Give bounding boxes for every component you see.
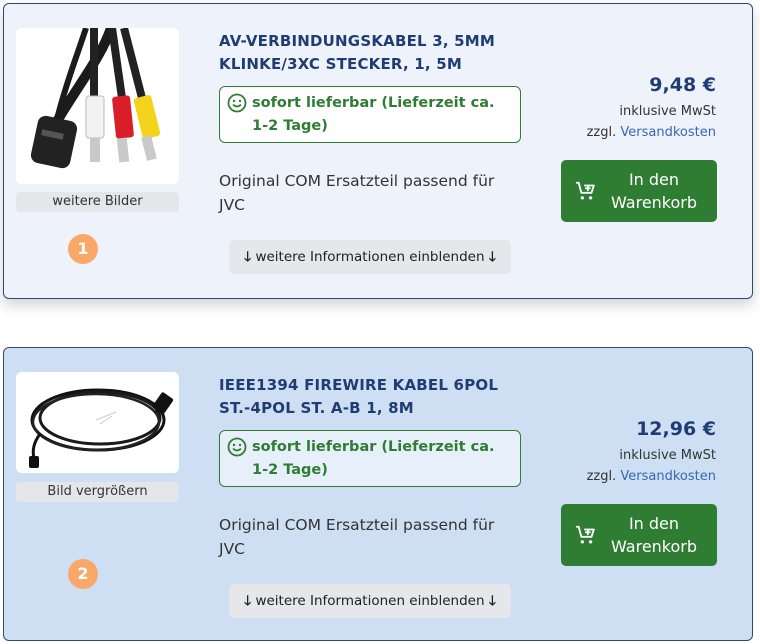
product-description: Original COM Ersatzteil passend für JVC: [219, 172, 495, 214]
product-description: Original COM Ersatzteil passend für JVC: [219, 516, 495, 558]
shipping-costs-link[interactable]: Versandkosten: [620, 469, 716, 484]
product-card-1: weitere Bilder 1 AV-VERBINDUNGSKABEL 3, …: [3, 3, 753, 299]
arrow-down-icon: 🡓: [244, 249, 252, 265]
shipping-costs-link[interactable]: Versandkosten: [620, 125, 716, 140]
availability-box: sofort lieferbar (Lieferzeit ca. 1-2 Tag…: [219, 430, 521, 487]
enlarge-image-button[interactable]: Bild vergrößern: [16, 482, 179, 502]
product-title[interactable]: IEEE1394 FIREWIRE KABEL 6POL ST.-4POL ST…: [219, 374, 519, 420]
more-info-toggle[interactable]: 🡓 weitere Informationen einblenden 🡓: [229, 584, 511, 618]
more-info-label: weitere Informationen einblenden: [255, 249, 485, 265]
smiley-icon: [227, 437, 247, 457]
arrow-down-icon: 🡓: [488, 593, 496, 609]
add-to-cart-button[interactable]: In den Warenkorb: [561, 504, 717, 566]
cart-add-icon: [575, 525, 595, 544]
price: 12,96 €: [636, 418, 716, 440]
add-to-cart-label: In den Warenkorb: [610, 514, 698, 556]
availability-text: sofort lieferbar (Lieferzeit ca. 1-2 Tag…: [252, 439, 495, 478]
shipping-prefix: zzgl.: [586, 125, 617, 140]
smiley-icon: [227, 93, 247, 113]
vat-note: inklusive MwSt: [619, 104, 716, 119]
firewire-cable-photo: [16, 372, 179, 473]
more-info-toggle[interactable]: 🡓 weitere Informationen einblenden 🡓: [229, 240, 511, 274]
shipping-prefix: zzgl.: [586, 469, 617, 484]
add-to-cart-button[interactable]: In den Warenkorb: [561, 160, 717, 222]
shipping-note: zzgl. Versandkosten: [587, 125, 716, 140]
availability-text: sofort lieferbar (Lieferzeit ca. 1-2 Tag…: [252, 95, 495, 134]
product-title[interactable]: AV-VERBINDUNGSKABEL 3, 5MM KLINKE/3XC ST…: [219, 30, 519, 76]
shipping-note: zzgl. Versandkosten: [587, 469, 716, 484]
add-to-cart-label: In den Warenkorb: [610, 170, 698, 212]
item-number-badge: 1: [68, 234, 98, 264]
vat-note: inklusive MwSt: [619, 448, 716, 463]
item-number-badge: 2: [68, 559, 98, 589]
more-info-label: weitere Informationen einblenden: [255, 593, 485, 609]
availability-box: sofort lieferbar (Lieferzeit ca. 1-2 Tag…: [219, 86, 521, 143]
arrow-down-icon: 🡓: [488, 249, 496, 265]
cart-add-icon: [575, 181, 595, 200]
product-image[interactable]: [16, 372, 179, 473]
av-cable-photo: [16, 28, 179, 184]
price: 9,48 €: [649, 74, 716, 96]
product-image[interactable]: [16, 28, 179, 184]
more-images-button[interactable]: weitere Bilder: [16, 192, 179, 212]
arrow-down-icon: 🡓: [244, 593, 252, 609]
product-card-2: Bild vergrößern 2 IEEE1394 FIREWIRE KABE…: [3, 347, 753, 641]
